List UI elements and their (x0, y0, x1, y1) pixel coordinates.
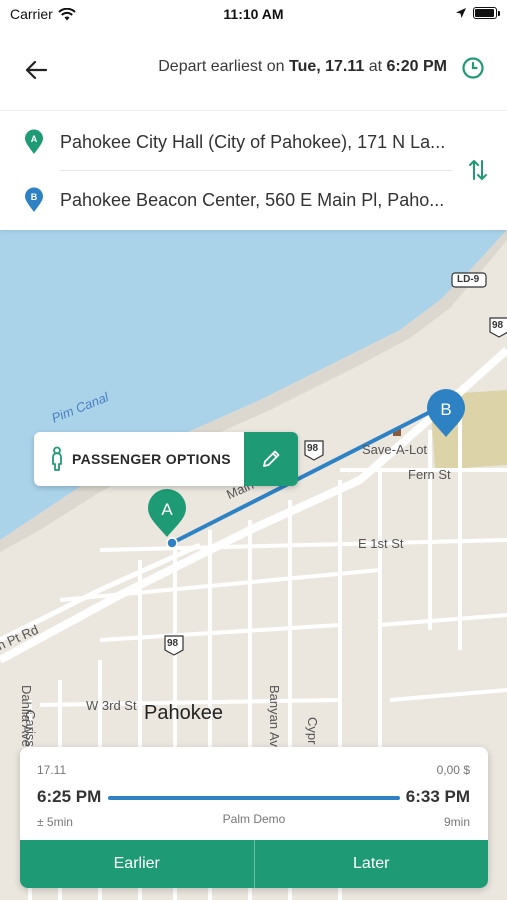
map-label-hw98-b: 98 (167, 638, 179, 649)
status-right (455, 7, 500, 19)
marker-a-icon: A (25, 129, 43, 154)
map-marker-b-letter: B (440, 400, 451, 419)
trip-arrival-time: 6:33 PM (405, 787, 470, 806)
map-label-3rd-st: W 3rd St (86, 698, 137, 713)
trip-date: 17.11 (37, 763, 67, 777)
map-label-banyan: Banyan Av (267, 685, 282, 747)
map-marker-a: A (148, 489, 186, 537)
marker-b-letter: B (31, 192, 38, 202)
origin-text: Pahokee City Hall (City of Pahokee), 171… (60, 131, 446, 152)
earlier-button[interactable]: Earlier (20, 840, 254, 888)
trip-duration: 9min (443, 815, 470, 829)
origin-field[interactable]: A Pahokee City Hall (City of Pahokee), 1… (0, 113, 460, 171)
later-button[interactable]: Later (253, 840, 489, 888)
map-label-pahokee: Pahokee (144, 702, 223, 724)
depart-time-text[interactable]: Depart earliest on Tue, 17.11 at 6:20 PM (158, 58, 447, 76)
swap-button[interactable] (467, 157, 489, 183)
trip-price: 0,00 $ (436, 763, 470, 777)
back-button[interactable] (20, 54, 52, 86)
trip-card[interactable]: 17.11 0,00 $ 6:25 PM 6:33 PM ± 5min Palm… (20, 747, 488, 888)
passenger-options-label: PASSENGER OPTIONS (72, 451, 231, 467)
status-time: 11:10 AM (223, 6, 284, 22)
map-label-fern-st: Fern St (408, 467, 451, 482)
map-label-1st-st: E 1st St (358, 536, 404, 551)
depart-at: at (364, 58, 387, 75)
depart-prefix: Depart earliest on (158, 58, 289, 75)
status-bar: Carrier 11:10 AM (0, 0, 507, 30)
clock-button[interactable] (461, 56, 485, 80)
pencil-icon (263, 450, 280, 467)
map-label-save-a-lot: Save-A-Lot (362, 442, 428, 457)
depart-date: Tue, 17.11 (288, 58, 365, 75)
header: Depart earliest on Tue, 17.11 at 6:20 PM (0, 30, 507, 110)
destination-field[interactable]: B Pahokee Beacon Center, 560 E Main Pl, … (0, 171, 460, 229)
map-label-cypr: Cypr (305, 717, 320, 745)
marker-b-icon: B (25, 187, 43, 212)
trip-timeline-bar (108, 796, 400, 800)
location-arrow-icon (456, 8, 466, 18)
map-label-hw98-c: 98 (492, 320, 504, 331)
map-marker-a-letter: A (161, 500, 173, 519)
passenger-options-button[interactable]: PASSENGER OPTIONS (34, 432, 298, 486)
trip-actions: Earlier Later (20, 840, 488, 888)
trip-departure-time: 6:25 PM (37, 787, 102, 806)
map-label-hw98-a: 98 (307, 443, 319, 454)
arrow-left-icon (25, 60, 48, 80)
edit-passenger-button[interactable] (244, 432, 298, 486)
trip-operator: Palm Demo (222, 812, 286, 826)
depart-time: 6:20 PM (386, 58, 447, 75)
swap-vertical-icon (469, 160, 487, 180)
map-label-ld9: LD-9 (457, 274, 480, 285)
map-label-dahlia: Dahlia Ave (19, 685, 34, 747)
destination-text: Pahokee Beacon Center, 560 E Main Pl, Pa… (60, 189, 445, 210)
clock-icon (462, 57, 484, 79)
person-icon (52, 446, 62, 471)
locations-panel: A Pahokee City Hall (City of Pahokee), 1… (0, 110, 507, 230)
route-start-dot (166, 537, 178, 549)
battery-icon (473, 7, 500, 19)
battery-fill (475, 9, 494, 17)
marker-a-letter: A (31, 134, 38, 144)
